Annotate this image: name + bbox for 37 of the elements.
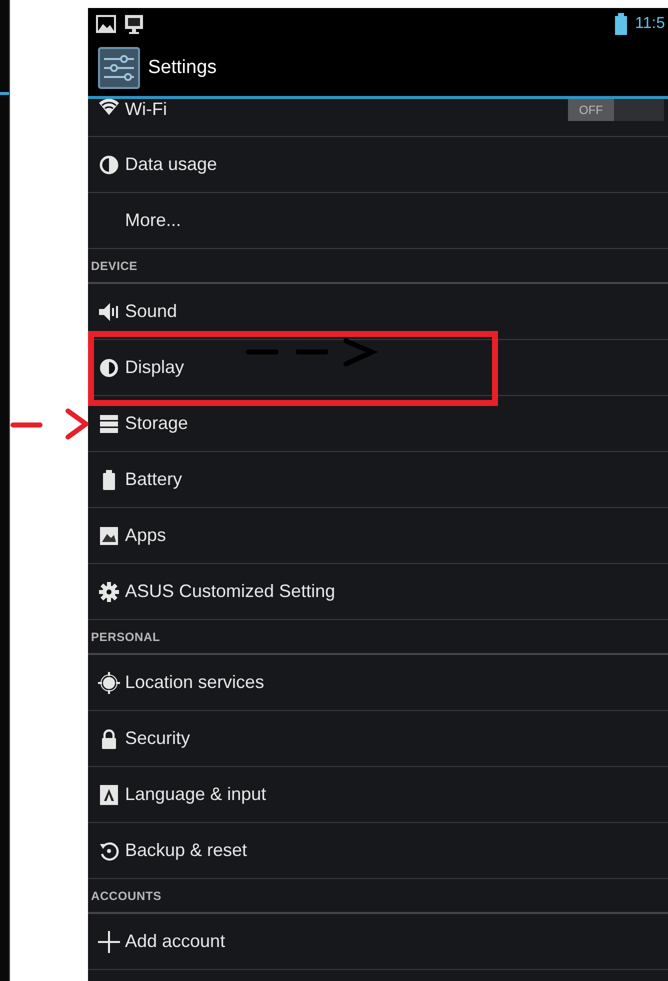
image-frame-icon: [98, 526, 118, 546]
battery-icon: [102, 470, 116, 490]
settings-item[interactable]: Storage: [88, 396, 668, 452]
toggle-switch[interactable]: OFF: [568, 99, 664, 121]
settings-item[interactable]: Display: [88, 340, 668, 396]
settings-item[interactable]: Battery: [88, 452, 668, 508]
settings-item[interactable]: Backup & reset: [88, 823, 668, 879]
brightness-icon: [98, 358, 118, 378]
monitor-icon: [124, 14, 144, 34]
section-header: ACCOUNTS: [91, 888, 162, 902]
screen-title: Settings: [148, 57, 217, 79]
settings-item[interactable]: Language & input: [88, 767, 668, 823]
keyboard-letter-icon: [100, 784, 118, 804]
lock-icon: [100, 728, 116, 748]
storage-icon: [98, 414, 118, 432]
settings-item[interactable]: More...: [88, 193, 668, 249]
plus-icon: [98, 930, 120, 952]
settings-app-icon: [98, 47, 140, 89]
clock-time: 11:5: [635, 15, 665, 33]
gear-icon: [98, 582, 118, 602]
restore-icon: [98, 840, 118, 860]
location-target-icon: [98, 672, 120, 694]
pie-chart-icon: [98, 154, 118, 174]
wifi-icon: [98, 99, 118, 115]
settings-item[interactable]: Security: [88, 711, 668, 767]
speaker-icon: [98, 302, 120, 322]
settings-item[interactable]: Apps: [88, 508, 668, 564]
settings-item[interactable]: Location services: [88, 655, 668, 711]
image-icon: [96, 15, 116, 33]
battery-status-icon: [615, 13, 628, 35]
settings-item[interactable]: ASUS Customized Setting: [88, 564, 668, 620]
settings-item[interactable]: Add account: [88, 914, 668, 970]
settings-item[interactable]: Wi-Fi OFF: [88, 99, 668, 137]
section-header: PERSONAL: [91, 630, 160, 644]
section-header: DEVICE: [91, 258, 138, 272]
settings-item[interactable]: Sound: [88, 284, 668, 340]
settings-item[interactable]: Data usage: [88, 137, 668, 193]
